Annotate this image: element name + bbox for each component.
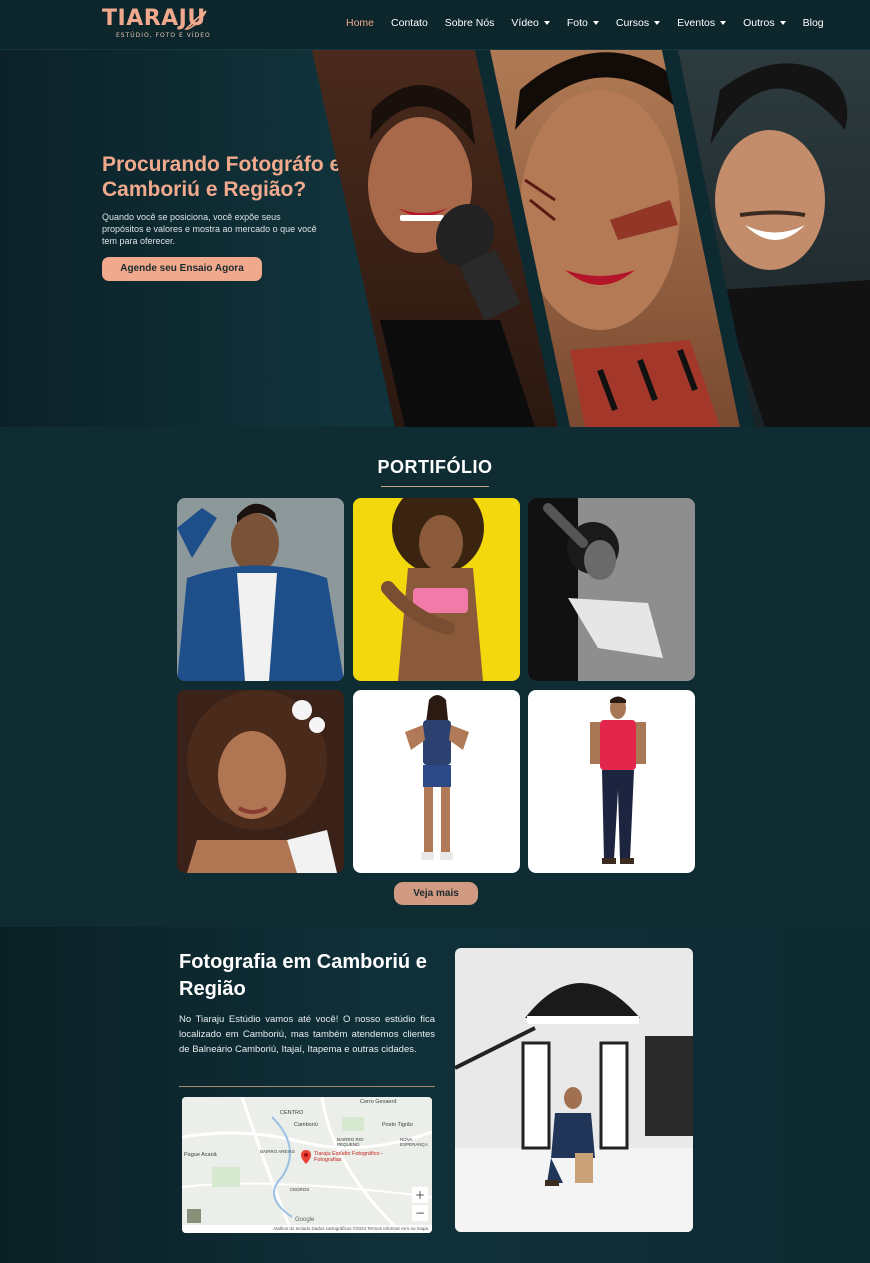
- portfolio-photo-3[interactable]: [528, 498, 695, 681]
- nav-sobre-nos[interactable]: Sobre Nós: [445, 17, 495, 29]
- zoom-out-button[interactable]: −: [412, 1205, 428, 1221]
- brand-logo[interactable]: TIARAJU ESTÚDIO, FOTO E VÍDEO: [102, 7, 212, 43]
- map-footer: Atalhos do teclado Dados cartográficos ©…: [182, 1225, 432, 1233]
- caret-down-icon: [592, 21, 599, 25]
- brand-tagline: ESTÚDIO, FOTO E VÍDEO: [116, 32, 211, 39]
- portfolio-photo-4[interactable]: [177, 690, 344, 873]
- hero-section: Procurando Fotográfo em Camboriú e Regiã…: [0, 50, 870, 427]
- woman-yellow-bg-image: [353, 498, 520, 681]
- woman-denim-image: [353, 690, 520, 873]
- navbar: TIARAJU ESTÚDIO, FOTO E VÍDEO Home Conta…: [0, 0, 870, 50]
- nav-label: Home: [346, 17, 375, 29]
- hero-photo-collage: [312, 50, 870, 427]
- location-title: Fotografia em Camboriú e Região: [179, 951, 427, 1000]
- schedule-button[interactable]: Agende seu Ensaio Agora: [102, 257, 262, 281]
- nav-label: Foto: [566, 17, 588, 29]
- nav-label: Blog: [802, 17, 824, 29]
- map-pin-label: Tiaraju Estúdio Fotográfico - Fotografia…: [314, 1151, 383, 1163]
- map-background: [182, 1097, 432, 1233]
- see-more-button[interactable]: Veja mais: [394, 882, 478, 905]
- caret-down-icon: [654, 21, 661, 25]
- studio-setup-image: [455, 948, 693, 1232]
- studio-photo: [455, 948, 693, 1232]
- portfolio-photo-1[interactable]: [177, 498, 344, 681]
- caret-down-icon: [543, 21, 550, 25]
- map-label-centro: CENTRO: [280, 1110, 304, 1116]
- portfolio-photo-5[interactable]: [353, 690, 520, 873]
- nav-cursos[interactable]: Cursos: [615, 17, 661, 29]
- zoom-in-button[interactable]: +: [412, 1187, 428, 1203]
- portfolio-photo-6[interactable]: [528, 690, 695, 873]
- nav-eventos[interactable]: Eventos: [677, 17, 727, 29]
- nav-outros[interactable]: Outros: [743, 17, 786, 29]
- map-label-areias: BAIRRO AREIAS: [260, 1149, 295, 1154]
- feather-icon: [184, 10, 207, 30]
- woman-black-white-image: [528, 498, 695, 681]
- map-label-nova: NOVA ESPERANÇA: [400, 1137, 428, 1147]
- nav-label: Outros: [743, 17, 775, 29]
- nav-label: Vídeo: [511, 17, 539, 29]
- map-label-cedros: CEDROS: [290, 1187, 310, 1192]
- portfolio-title: PORTIFÓLIO: [377, 457, 493, 477]
- man-red-shirt-image: [528, 690, 695, 873]
- nav-blog[interactable]: Blog: [803, 17, 824, 29]
- nav-label: Cursos: [615, 17, 650, 29]
- nav-video[interactable]: Vídeo: [511, 17, 550, 29]
- google-logo: Google: [295, 1217, 315, 1223]
- nav-foto[interactable]: Foto: [567, 17, 599, 29]
- nav-label: Sobre Nós: [444, 17, 495, 29]
- main-nav: Home Contato Sobre Nós Vídeo Foto Cursos…: [346, 17, 841, 29]
- map-label-rio-pequeno: BAIRRO RIO PEQUENO: [337, 1137, 364, 1147]
- nav-label: Eventos: [677, 17, 716, 29]
- location-divider: [179, 1086, 435, 1087]
- man-blue-suit-image: [177, 498, 344, 681]
- caret-down-icon: [720, 21, 727, 25]
- nav-contato[interactable]: Contato: [391, 17, 428, 29]
- map-pin-icon[interactable]: [301, 1150, 311, 1164]
- portfolio-photo-2[interactable]: [353, 498, 520, 681]
- portfolio-section: PORTIFÓLIO Veja mais: [0, 427, 870, 927]
- map-label-cerro: Cerro Gevaerd: [360, 1099, 397, 1105]
- woman-flowers-hair-image: [177, 690, 344, 873]
- nav-label: Contato: [391, 17, 428, 29]
- map-label-camboriu: Camboriú: [294, 1122, 318, 1128]
- location-section: Fotografia em Camboriú e Região No Tiara…: [0, 927, 870, 1263]
- location-text: No Tiaraju Estúdio vamos até você! O nos…: [179, 1014, 435, 1055]
- google-map[interactable]: CENTRO Camboriú Cerro Gevaerd BAIRRO RIO…: [182, 1097, 432, 1233]
- nav-home[interactable]: Home: [346, 17, 374, 29]
- caret-down-icon: [779, 21, 786, 25]
- map-label-pague: Pague Acanâ: [184, 1152, 217, 1158]
- title-divider: [381, 486, 489, 487]
- hero-text: Quando você se posiciona, você expõe seu…: [102, 212, 317, 246]
- map-label-tigrao: Posto Tigrão: [382, 1122, 413, 1128]
